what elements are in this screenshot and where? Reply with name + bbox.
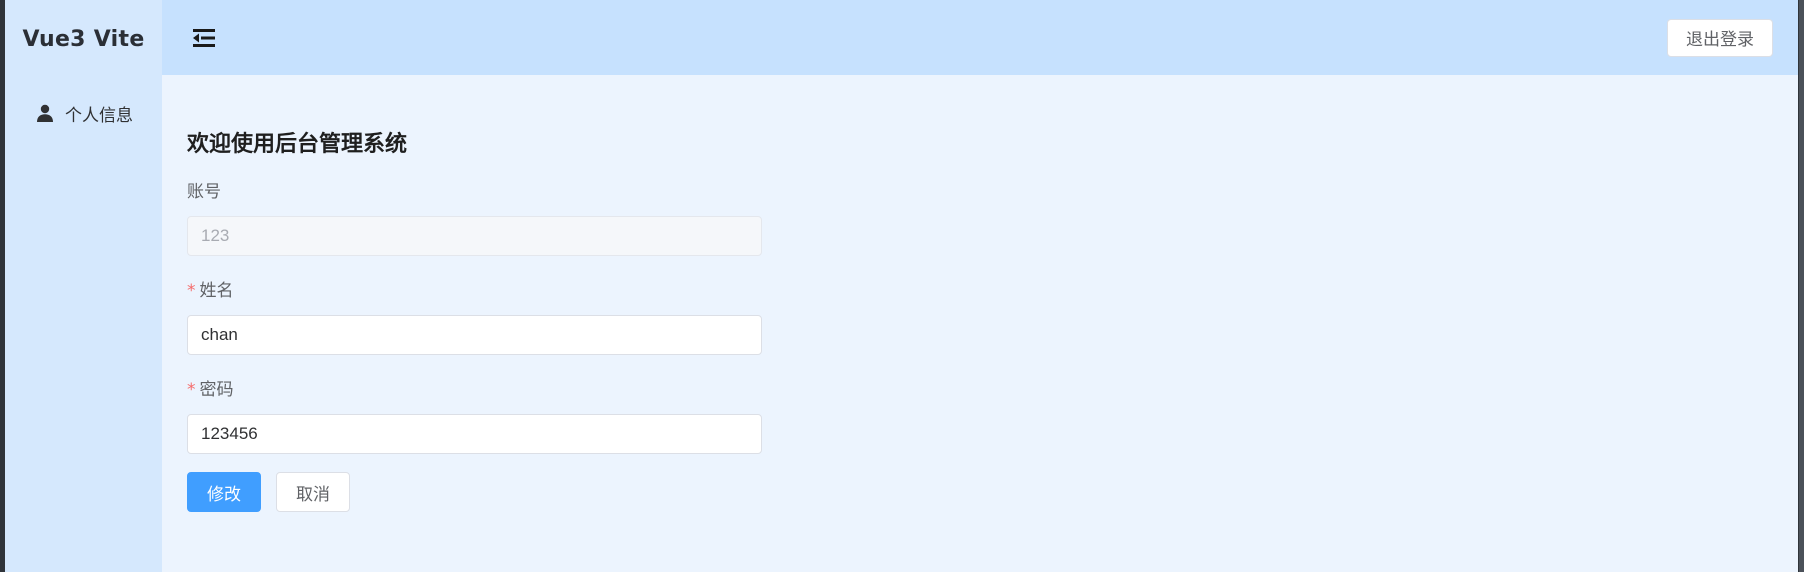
name-label: * 姓名: [187, 276, 762, 306]
user-icon: [37, 104, 53, 122]
required-mark: *: [187, 380, 196, 400]
sidebar-item-label: 个人信息: [65, 105, 133, 126]
brand-title: Vue3 Vite: [22, 26, 145, 52]
account-field: 账号: [187, 177, 762, 256]
top-header: 退出登录: [162, 0, 1798, 75]
menu-fold-icon[interactable]: [190, 24, 218, 52]
password-field: * 密码: [187, 375, 762, 454]
main-content: 欢迎使用后台管理系统 账号 *姓名 *密码: [162, 75, 1798, 512]
sidebar-item-profile[interactable]: 个人信息: [5, 78, 162, 148]
app-window: Vue3 Vite 个人信息 退出登录 欢迎使用后台管理系统 账号 123 * …: [5, 0, 1798, 572]
submit-button[interactable]: 修改: [187, 472, 261, 512]
logout-button[interactable]: 退出登录: [1667, 18, 1773, 57]
sidebar: Vue3 Vite 个人信息: [5, 0, 162, 572]
window-edge: [1799, 0, 1804, 572]
password-input[interactable]: [187, 414, 762, 454]
form-actions: 修改 取消: [187, 472, 762, 512]
name-field: * 姓名: [187, 276, 762, 355]
main-area: 退出登录 欢迎使用后台管理系统 账号 *姓名 *密码: [162, 0, 1798, 572]
required-mark: *: [187, 281, 196, 301]
password-label: * 密码: [187, 375, 762, 405]
profile-form: 账号 *姓名 *密码 修改 取消: [187, 177, 762, 512]
page-title: 欢迎使用后台管理系统: [187, 132, 408, 157]
name-input[interactable]: [187, 315, 762, 355]
account-label: 账号: [187, 182, 221, 202]
cancel-button[interactable]: 取消: [276, 472, 350, 512]
account-input: [187, 216, 762, 256]
name-label-text: 姓名: [199, 281, 234, 301]
password-label-text: 密码: [199, 380, 234, 400]
